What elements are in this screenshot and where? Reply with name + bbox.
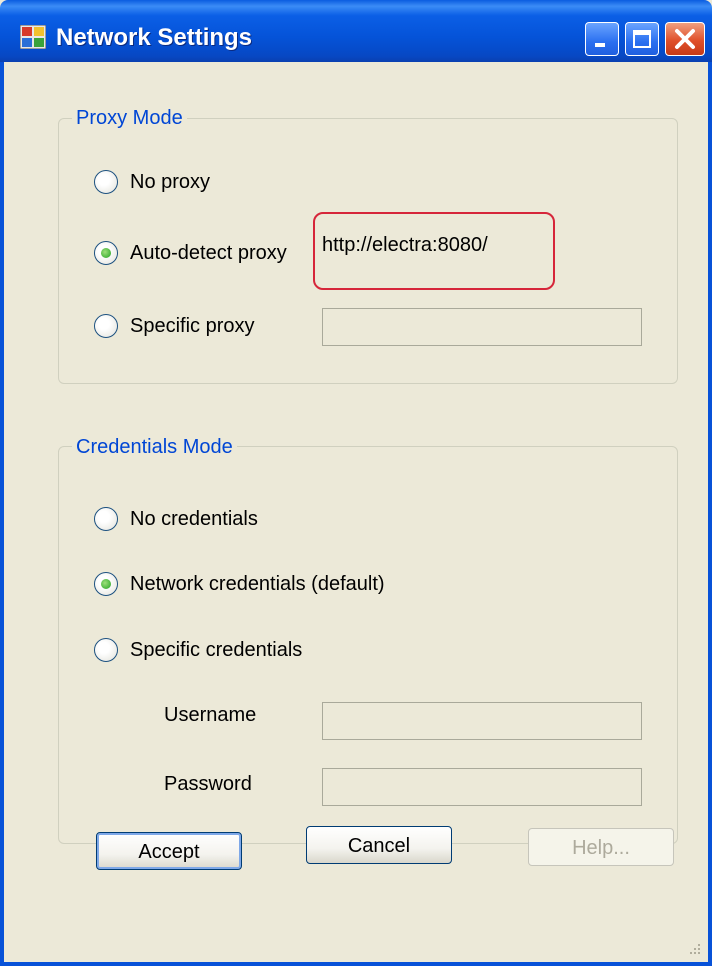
window-title: Network Settings: [56, 24, 253, 51]
radio-label: Specific credentials: [130, 638, 303, 661]
radio-button-icon[interactable]: [94, 638, 118, 662]
close-button[interactable]: [665, 22, 705, 56]
app-window-icon: [20, 25, 46, 49]
username-label: Username: [164, 704, 257, 726]
maximize-button[interactable]: [625, 22, 659, 56]
radio-button-icon[interactable]: [94, 314, 118, 338]
specific-proxy-input[interactable]: [322, 308, 642, 346]
password-label: Password: [164, 773, 252, 795]
radio-auto-detect-proxy[interactable]: Auto-detect proxy: [94, 241, 287, 265]
resize-grip-icon[interactable]: [688, 942, 702, 956]
radio-no-proxy[interactable]: No proxy: [94, 170, 210, 194]
radio-button-icon[interactable]: [94, 241, 118, 265]
radio-specific-credentials[interactable]: Specific credentials: [94, 638, 302, 662]
network-settings-window: Network Settings Proxy Mode No proxy Aut…: [0, 0, 712, 966]
radio-label: No credentials: [130, 507, 258, 530]
radio-button-icon[interactable]: [94, 507, 118, 531]
window-border-right: [708, 62, 712, 966]
radio-specific-proxy[interactable]: Specific proxy: [94, 314, 255, 338]
radio-button-icon[interactable]: [94, 170, 118, 194]
window-border-bottom: [0, 962, 712, 966]
radio-label: Specific proxy: [130, 314, 255, 337]
cancel-button[interactable]: Cancel: [306, 826, 452, 864]
proxy-mode-legend: Proxy Mode: [72, 107, 187, 130]
maximize-icon: [633, 30, 651, 48]
credentials-mode-legend: Credentials Mode: [72, 436, 237, 459]
radio-no-credentials[interactable]: No credentials: [94, 507, 258, 531]
close-icon: [675, 29, 695, 49]
radio-network-credentials[interactable]: Network credentials (default): [94, 572, 385, 596]
title-bar[interactable]: Network Settings: [0, 0, 712, 62]
username-field[interactable]: [322, 702, 642, 740]
help-button[interactable]: Help...: [528, 828, 674, 866]
radio-label: No proxy: [130, 170, 211, 193]
radio-label: Auto-detect proxy: [130, 241, 287, 264]
radio-label: Network credentials (default): [130, 572, 385, 595]
password-field[interactable]: [322, 768, 642, 806]
minimize-icon: [595, 43, 605, 47]
accept-button[interactable]: Accept: [96, 832, 242, 870]
window-border-left: [0, 62, 4, 966]
minimize-button[interactable]: [585, 22, 619, 56]
highlight-annotation: [313, 212, 555, 290]
radio-button-icon[interactable]: [94, 572, 118, 596]
